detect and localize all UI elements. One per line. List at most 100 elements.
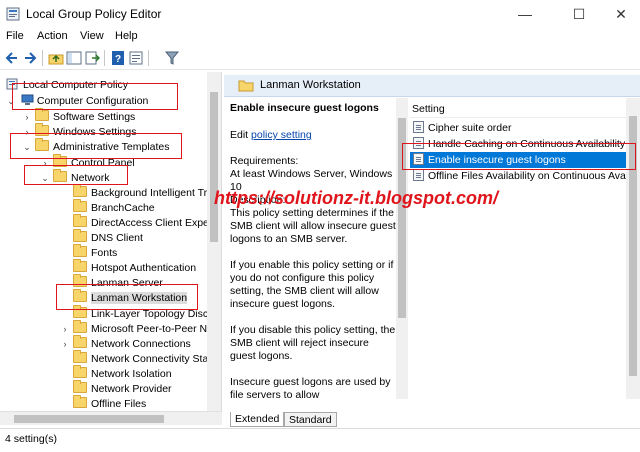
tree-item-label: Control Panel [71, 157, 135, 169]
tree-item-lanman-workstation[interactable]: Lanman Workstation [60, 289, 188, 306]
setting-name: Cipher suite order [428, 122, 512, 134]
chevron-right-icon[interactable]: › [40, 155, 50, 171]
tree-item-fonts[interactable]: Fonts [60, 244, 118, 261]
menu-view[interactable]: View [80, 30, 104, 42]
folder-icon [53, 154, 67, 167]
policy-setting-icon [413, 153, 424, 165]
tree-item-label: Software Settings [53, 111, 136, 123]
description-paragraph: This policy setting determines if the SM… [230, 207, 396, 245]
tree-item-label: Lanman Workstation [91, 292, 188, 304]
tree-item-label: Administrative Templates [53, 141, 170, 153]
chevron-down-icon[interactable]: ⌄ [22, 139, 32, 155]
tree-item-network-connectivity-status[interactable]: Network Connectivity Stat [60, 350, 211, 367]
setting-name: Handle Caching on Continuous Availabilit… [428, 138, 640, 150]
scrollbar-thumb[interactable] [210, 92, 218, 242]
setting-row-selected[interactable]: Enable insecure guest logons [410, 152, 640, 168]
tree-item-offline-files[interactable]: Offline Files [60, 395, 147, 411]
policy-setting-icon [413, 169, 424, 181]
help-icon[interactable]: ? [110, 50, 126, 66]
folder-icon [73, 259, 87, 272]
tree-item-administrative-templates[interactable]: ⌄ Administrative Templates [22, 138, 170, 155]
filter-icon[interactable] [164, 50, 180, 66]
export-list-icon[interactable] [84, 50, 100, 66]
setting-row[interactable]: Offline Files Availability on Continuous… [410, 168, 640, 184]
back-icon[interactable] [4, 50, 20, 66]
tree-item-label: Network Provider [91, 383, 172, 395]
details-pane: Lanman Workstation Enable insecure guest… [224, 72, 640, 427]
details-header: Lanman Workstation [224, 75, 640, 97]
policy-description: Enable insecure guest logons Edit policy… [230, 102, 396, 399]
status-bar: 4 setting(s) [0, 428, 640, 452]
tree-item-link-layer-topology[interactable]: Link-Layer Topology Disco [60, 305, 214, 322]
folder-icon [73, 289, 87, 302]
description-paragraph: If you disable this policy setting, the … [230, 324, 396, 362]
folder-icon [73, 350, 87, 363]
scrollbar-thumb[interactable] [398, 118, 406, 318]
tree-item-label: Hotspot Authentication [91, 262, 197, 274]
tab-extended[interactable]: Extended [230, 412, 285, 427]
computer-icon [21, 94, 34, 105]
folder-icon [73, 320, 87, 333]
tree-item-computer-configuration[interactable]: ⌄ Computer Configuration [6, 93, 148, 109]
folder-icon [73, 229, 87, 242]
policy-setting-icon [413, 121, 424, 133]
setting-row[interactable]: Handle Caching on Continuous Availabilit… [410, 136, 640, 152]
tree-item-label: Local Computer Policy [23, 79, 129, 91]
toolbar: ? [0, 46, 640, 70]
requirements-label: Requirements: [230, 155, 299, 167]
tree-item-label: Network Connections [91, 338, 191, 350]
chevron-right-icon[interactable]: › [60, 336, 70, 352]
menu-action[interactable]: Action [37, 30, 68, 42]
tree-item-background-intelligent-transfer[interactable]: Background Intelligent Tra [60, 184, 213, 201]
folder-open-icon [53, 169, 67, 182]
folder-icon [73, 184, 87, 197]
details-header-title: Lanman Workstation [260, 79, 361, 91]
settings-scrollbar[interactable] [626, 98, 640, 399]
chevron-right-icon[interactable]: › [22, 124, 32, 140]
tree-item-label: Offline Files [91, 398, 147, 410]
tree-item-label: Fonts [91, 247, 118, 259]
folder-icon [73, 380, 87, 393]
forward-icon[interactable] [22, 50, 38, 66]
tree-item-microsoft-peer-to-peer[interactable]: › Microsoft Peer-to-Peer Ne [60, 320, 213, 337]
tree-item-label: Computer Configuration [36, 95, 149, 107]
show-hide-tree-icon[interactable] [66, 50, 82, 66]
properties-icon[interactable] [128, 50, 144, 66]
maximize-button[interactable]: ☐ [556, 0, 602, 28]
menu-help[interactable]: Help [115, 30, 138, 42]
menu-file[interactable]: File [6, 30, 24, 42]
scrollbar-thumb[interactable] [629, 116, 637, 376]
chevron-down-icon[interactable]: ⌄ [6, 93, 16, 109]
policy-editor-app-icon [6, 7, 20, 21]
chevron-right-icon[interactable]: › [60, 321, 70, 337]
folder-icon [73, 305, 87, 318]
edit-policy-link[interactable]: policy setting [251, 129, 312, 141]
title-bar: Local Group Policy Editor — ☐ ✕ [0, 0, 640, 28]
close-button[interactable]: ✕ [598, 0, 640, 28]
setting-name: Offline Files Availability on Continuous… [428, 170, 639, 182]
tree-item-label: BranchCache [91, 202, 155, 214]
tree-vertical-scrollbar[interactable] [207, 72, 221, 411]
folder-icon [73, 214, 87, 227]
folder-open-icon [35, 138, 49, 151]
tree-item-label: DNS Client [91, 232, 143, 244]
folder-open-icon [238, 80, 254, 92]
chevron-down-icon[interactable]: ⌄ [40, 170, 50, 186]
edit-policy-line: Edit policy setting [230, 129, 312, 141]
menu-bar: File Action View Help [0, 28, 640, 46]
description-scrollbar[interactable] [396, 98, 408, 399]
description-paragraph: If you enable this policy setting or if … [230, 259, 394, 310]
tree-horizontal-scrollbar[interactable] [0, 411, 222, 425]
minimize-button[interactable]: — [502, 0, 548, 28]
tree-item-directaccess-client[interactable]: DirectAccess Client Experie [60, 214, 221, 231]
column-header-setting[interactable]: Setting [410, 100, 640, 118]
tree-item-local-computer-policy[interactable]: Local Computer Policy [6, 77, 128, 93]
scrollbar-thumb[interactable] [14, 415, 164, 423]
policy-icon [6, 78, 18, 90]
up-folder-icon[interactable] [48, 50, 64, 66]
tree-item-label: Network Isolation [91, 368, 172, 380]
chevron-right-icon[interactable]: › [22, 109, 32, 125]
tab-standard[interactable]: Standard [284, 412, 337, 427]
tree-item-label: Background Intelligent Tra [91, 187, 213, 199]
setting-row[interactable]: Cipher suite order [410, 120, 640, 136]
